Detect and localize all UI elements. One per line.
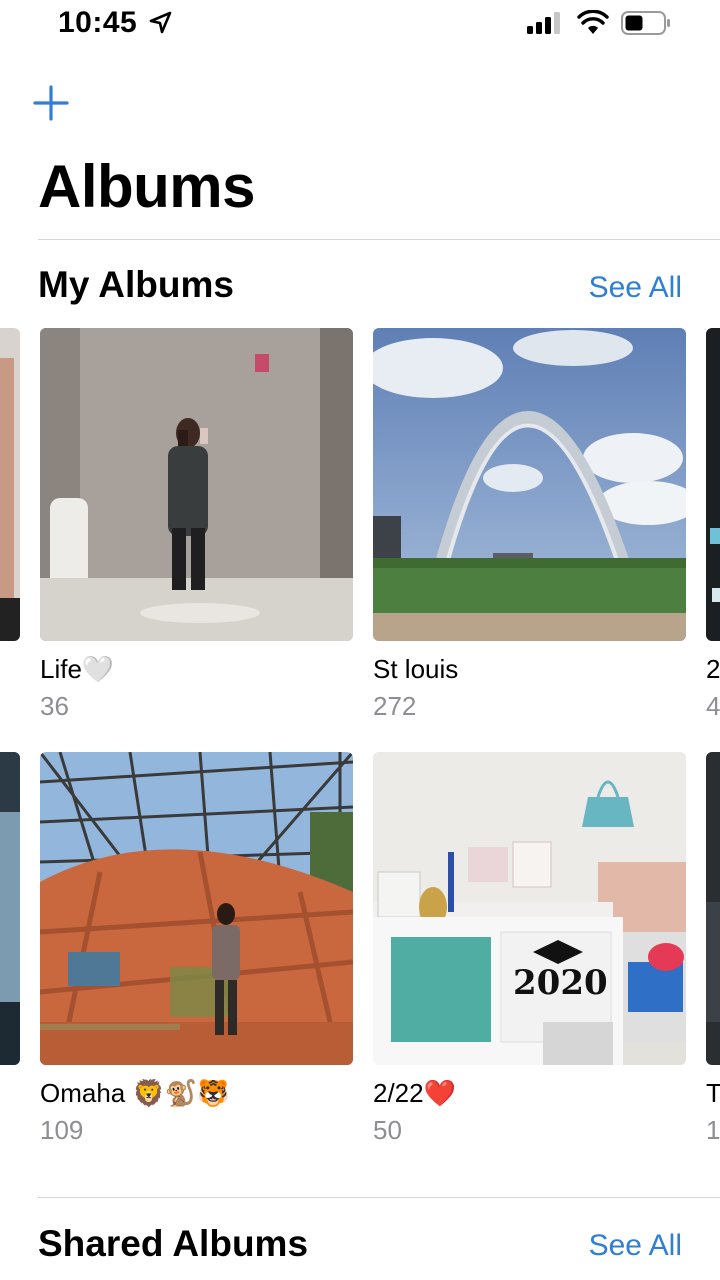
album-name: 2/22❤️ <box>373 1078 456 1108</box>
album-name: St louis <box>373 654 459 684</box>
partial-album-count: 1 <box>706 1115 720 1145</box>
album-count: 272 <box>373 691 417 721</box>
album-thumbnail-st-louis[interactable] <box>373 328 686 641</box>
location-arrow-icon <box>149 11 172 34</box>
album-count: 36 <box>40 691 69 721</box>
svg-text:2020: 2020 <box>513 963 608 1003</box>
partial-album-thumbnail-right[interactable] <box>706 752 720 1065</box>
wifi-icon <box>577 10 609 34</box>
album-thumbnail-2-22[interactable]: 2020 <box>373 752 686 1065</box>
divider <box>38 239 720 240</box>
album-thumbnail-life[interactable] <box>40 328 353 641</box>
partial-album-thumbnail-left[interactable] <box>0 328 20 641</box>
shared-albums-see-all-button[interactable]: See All <box>589 1229 682 1263</box>
album-name: Omaha 🦁🐒🐯 <box>40 1078 230 1108</box>
partial-album-name: 2 <box>706 654 720 684</box>
album-count: 50 <box>373 1115 402 1145</box>
partial-album-thumbnail-right[interactable] <box>706 328 720 641</box>
partial-album-thumbnail-left[interactable] <box>0 752 20 1065</box>
divider <box>38 1197 720 1198</box>
album-count: 109 <box>40 1115 84 1145</box>
status-time: 10:45 <box>58 6 138 39</box>
my-albums-see-all-button[interactable]: See All <box>589 271 682 305</box>
shared-albums-heading: Shared Albums <box>38 1223 309 1264</box>
battery-icon <box>621 11 670 35</box>
album-name: Life🤍 <box>40 654 115 684</box>
partial-album-count: 4 <box>706 691 720 721</box>
page-title: Albums <box>38 153 256 220</box>
partial-album-name: T <box>706 1078 720 1108</box>
album-thumbnail-omaha[interactable] <box>40 752 353 1065</box>
add-album-button[interactable] <box>32 84 70 122</box>
cellular-signal-icon <box>527 12 560 34</box>
my-albums-heading: My Albums <box>38 264 234 305</box>
